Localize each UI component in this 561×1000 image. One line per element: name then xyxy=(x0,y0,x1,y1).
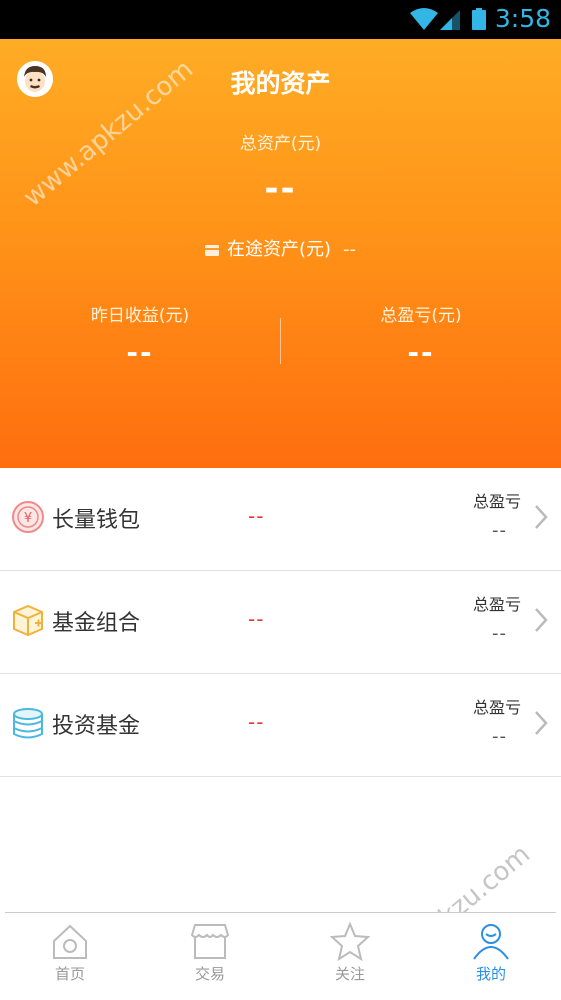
star-icon xyxy=(330,921,370,961)
product-pl-value: -- xyxy=(492,520,507,541)
in-transit-value: -- xyxy=(343,239,357,260)
product-pl-label: 总盈亏 xyxy=(472,698,521,717)
chevron-right-icon xyxy=(535,711,548,735)
signal-icon xyxy=(440,10,460,30)
total-assets-value: -- xyxy=(264,169,297,209)
product-pl-label: 总盈亏 xyxy=(472,492,521,511)
product-list: ¥ 长量钱包 -- 总盈亏 -- 基金组合 -- 总盈亏 -- 投资基金 -- xyxy=(0,468,561,777)
user-icon xyxy=(473,924,509,960)
total-pl-value: -- xyxy=(407,336,435,369)
total-assets-label: 总资产(元) xyxy=(239,134,322,154)
yesterday-income: 昨日收益(元) -- xyxy=(0,301,280,369)
coin-stack-icon xyxy=(13,708,43,739)
home-icon xyxy=(53,924,87,959)
tab-watch[interactable]: 关注 xyxy=(305,921,395,984)
total-profit-loss: 总盈亏(元) -- xyxy=(281,301,561,369)
svg-text:¥: ¥ xyxy=(24,511,32,526)
box-icon xyxy=(13,604,43,637)
bottom-tab-bar: 首页 交易 关注 我的 xyxy=(5,912,556,1000)
yesterday-income-value: -- xyxy=(126,336,154,369)
in-transit-label: 在途资产(元) xyxy=(226,239,332,260)
chevron-right-icon xyxy=(535,608,548,632)
tab-home[interactable]: 首页 xyxy=(25,921,115,984)
card-icon xyxy=(204,244,219,256)
product-pl-value: -- xyxy=(492,623,507,644)
product-amount: -- xyxy=(248,504,265,528)
product-pl-label: 总盈亏 xyxy=(472,595,521,614)
tab-trade[interactable]: 交易 xyxy=(165,921,255,984)
tab-mine[interactable]: 我的 xyxy=(446,921,536,984)
assets-header: 我的资产 总资产(元) -- 在途资产(元) -- 昨日收益(元) -- 总盈亏(… xyxy=(0,39,561,468)
product-row-wallet[interactable]: ¥ 长量钱包 -- 总盈亏 -- xyxy=(0,468,561,571)
tab-label: 我的 xyxy=(475,965,506,983)
product-name: 投资基金 xyxy=(52,714,141,739)
product-amount: -- xyxy=(248,710,265,734)
status-bar: 3:58 xyxy=(0,0,561,39)
tab-label: 首页 xyxy=(54,965,85,983)
product-amount: -- xyxy=(248,607,265,631)
tab-label: 关注 xyxy=(334,965,365,983)
yesterday-income-label: 昨日收益(元) xyxy=(90,306,190,326)
wifi-icon xyxy=(410,8,438,30)
tab-label: 交易 xyxy=(194,965,225,983)
total-pl-label: 总盈亏(元) xyxy=(380,306,462,326)
shop-icon xyxy=(190,924,230,959)
yuan-coin-icon: ¥ xyxy=(12,501,44,533)
battery-icon xyxy=(472,8,486,30)
page-title: 我的资产 xyxy=(230,69,331,98)
product-name: 基金组合 xyxy=(52,611,141,636)
product-row-investment-fund[interactable]: 投资基金 -- 总盈亏 -- xyxy=(0,674,561,777)
product-row-fund-portfolio[interactable]: 基金组合 -- 总盈亏 -- xyxy=(0,571,561,674)
in-transit-assets[interactable]: 在途资产(元) -- xyxy=(0,235,561,261)
product-pl-value: -- xyxy=(492,726,507,747)
status-time: 3:58 xyxy=(494,4,551,33)
product-name: 长量钱包 xyxy=(52,508,141,533)
chevron-right-icon xyxy=(535,505,548,529)
